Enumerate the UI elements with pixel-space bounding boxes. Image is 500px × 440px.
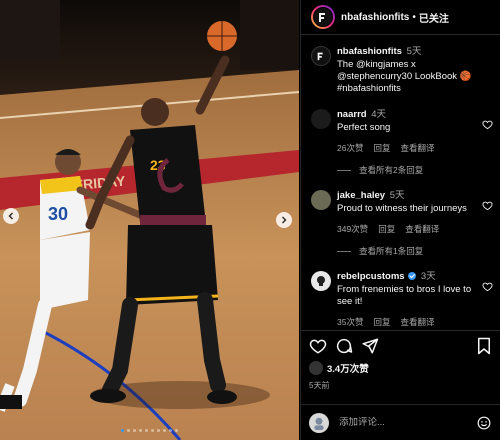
commenter-avatar[interactable] [311, 109, 331, 129]
action-bar [309, 331, 493, 361]
following-button[interactable]: 已关注 [419, 10, 449, 25]
comment-input[interactable] [339, 417, 477, 428]
likes-count[interactable]: 3.4万次赞 [327, 361, 369, 375]
user-avatar-icon [314, 417, 324, 430]
comment-item: rebelpcustoms 3天 From frenemies to bros … [311, 271, 493, 328]
carousel-dot [175, 429, 178, 432]
author-avatar[interactable] [311, 5, 335, 29]
brand-logo-icon [319, 13, 325, 22]
translate-button[interactable]: 查看翻译 [405, 223, 439, 235]
svg-text:30: 30 [48, 204, 68, 224]
previous-image-button[interactable] [3, 208, 19, 224]
carousel-dot [121, 429, 124, 432]
view-replies-label: 查看所有2条回复 [359, 165, 424, 175]
heart-icon[interactable] [482, 200, 493, 211]
view-replies-button[interactable]: 查看所有2条回复 [337, 164, 485, 176]
carousel-dot [151, 429, 154, 432]
post-image[interactable]: FRIDAY 30 23 [0, 0, 299, 440]
carousel-dot [145, 429, 148, 432]
carousel-dot [139, 429, 142, 432]
comment-time: 5天 [389, 190, 405, 201]
view-replies-label: 查看所有1条回复 [359, 246, 424, 256]
comment-likes[interactable]: 35次赞 [337, 316, 363, 328]
carousel-dot [157, 429, 160, 432]
emoji-icon[interactable] [477, 416, 491, 430]
caption: nbafashionfits 5天 The @kingjames x @step… [311, 46, 493, 95]
translate-button[interactable]: 查看翻译 [400, 142, 434, 154]
chevron-right-icon [282, 216, 287, 224]
caption-time: 5天 [406, 46, 422, 57]
chevron-left-icon [8, 212, 13, 220]
heart-icon[interactable] [482, 281, 493, 292]
add-comment-bar [301, 404, 500, 440]
post-time: 5天前 [309, 381, 330, 390]
comments-list[interactable]: nbafashionfits 5天 The @kingjames x @step… [301, 36, 500, 330]
comment-item: naarrd 4天 Perfect song 26次赞 回复 查看翻译 查看所有… [311, 109, 493, 176]
separator-dot: • [412, 11, 416, 23]
reply-button[interactable]: 回复 [373, 142, 390, 154]
liker-avatar [309, 361, 323, 375]
comments-panel: nbafashionfits • 已关注 nbafashionfits 5天 T… [300, 0, 500, 440]
post-header: nbafashionfits • 已关注 [301, 0, 500, 35]
comment-icon[interactable] [335, 337, 353, 355]
like-heart-icon[interactable] [309, 337, 327, 355]
translate-button[interactable]: 查看翻译 [400, 316, 434, 328]
verified-badge-icon [408, 272, 417, 280]
basketball-photo: FRIDAY 30 23 [0, 0, 299, 440]
comment-username[interactable]: naarrd [337, 109, 367, 120]
comment-time: 4天 [371, 109, 387, 120]
commenter-avatar[interactable] [311, 190, 331, 210]
replies-line [337, 250, 351, 252]
next-image-button[interactable] [276, 212, 292, 228]
comment-item: jake_haley 5天 Proud to witness their jou… [311, 190, 493, 257]
carousel-indicator [0, 429, 299, 432]
carousel-dot [163, 429, 166, 432]
comment-text: From frenemies to bros I love to see it! [337, 284, 472, 307]
comment-time: 3天 [420, 271, 436, 282]
heart-icon[interactable] [482, 119, 493, 130]
author-username[interactable]: nbafashionfits [341, 12, 409, 23]
replies-line [337, 169, 351, 171]
caption-avatar[interactable] [311, 46, 331, 66]
reply-button[interactable]: 回复 [378, 223, 395, 235]
current-user-avatar [309, 412, 329, 433]
likes-summary[interactable]: 3.4万次赞 [309, 361, 493, 375]
skull-logo-icon [317, 276, 325, 286]
bookmark-icon[interactable] [475, 337, 493, 355]
carousel-dot [127, 429, 130, 432]
reply-button[interactable]: 回复 [373, 316, 390, 328]
brand-logo-icon [317, 52, 323, 61]
share-icon[interactable] [361, 337, 379, 355]
caption-text: The @kingjames x @stephencurry30 LookBoo… [337, 59, 472, 94]
commenter-avatar[interactable] [311, 271, 331, 291]
carousel-dot [133, 429, 136, 432]
comment-username[interactable]: rebelpcustoms [337, 271, 405, 282]
view-replies-button[interactable]: 查看所有1条回复 [337, 245, 485, 257]
comment-text: Perfect song [337, 122, 391, 133]
comment-likes[interactable]: 349次赞 [337, 223, 368, 235]
comment-likes[interactable]: 26次赞 [337, 142, 363, 154]
caption-username[interactable]: nbafashionfits [337, 46, 402, 57]
comment-text: Proud to witness their journeys [337, 203, 467, 214]
post-footer: 3.4万次赞 5天前 [301, 330, 500, 391]
comment-username[interactable]: jake_haley [337, 190, 385, 201]
carousel-dot [169, 429, 172, 432]
